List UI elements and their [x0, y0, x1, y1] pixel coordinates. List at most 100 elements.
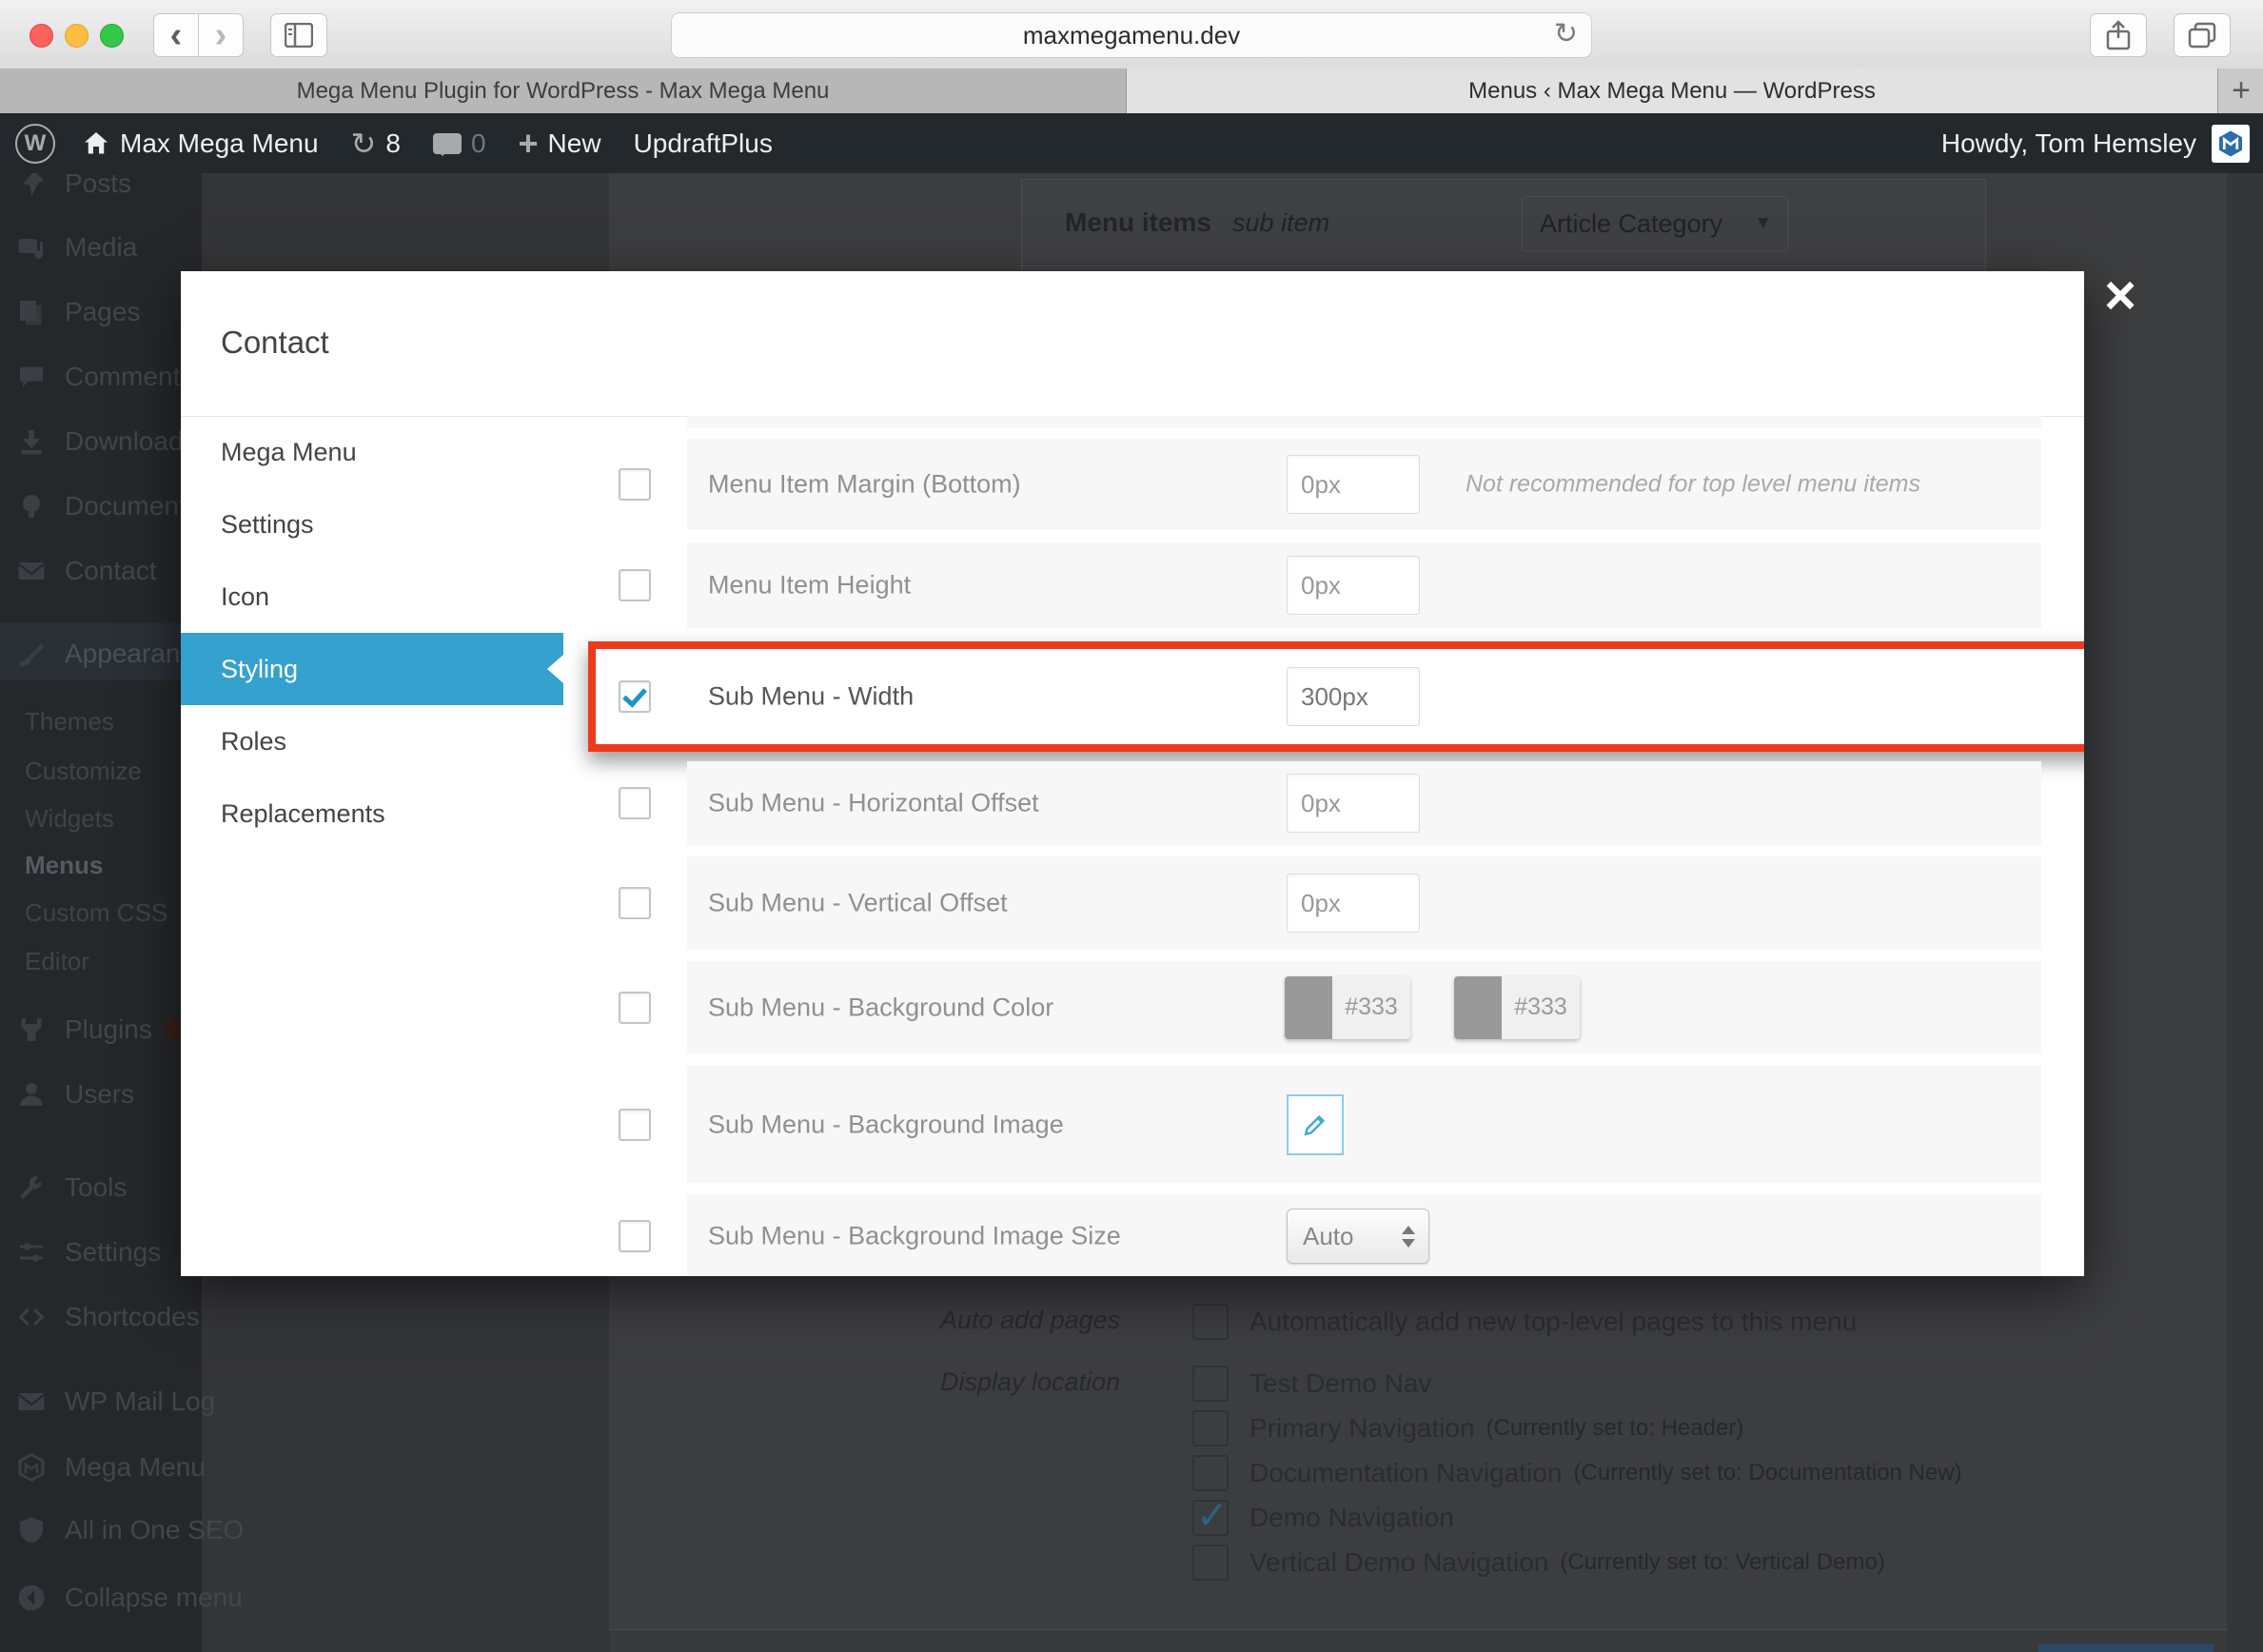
option-suffix: (Currently set to: Header) [1486, 1415, 1744, 1442]
vertical-offset-input[interactable]: 0px [1287, 874, 1420, 933]
sidebar-item-documents[interactable]: Documents [0, 480, 200, 533]
sidebar-toggle-button[interactable] [270, 13, 327, 57]
sidebar-item-comments[interactable]: Comments [0, 350, 193, 403]
new-tab-button[interactable]: + [2217, 69, 2263, 113]
background-image-checkbox[interactable] [619, 1109, 651, 1141]
sidebar-item-menus[interactable]: Menus [25, 846, 103, 884]
option-suffix: (Currently set to: Vertical Demo) [1560, 1549, 1884, 1576]
background-color-picker-1[interactable]: #333 [1285, 976, 1410, 1039]
sidebar-item-contact[interactable]: Contact [0, 544, 157, 598]
auto-add-pages-checkbox[interactable] [1192, 1304, 1229, 1340]
sidebar-label: Custom CSS [25, 898, 167, 928]
sidebar-item-downloads[interactable]: Downloads [0, 415, 197, 468]
tab-menus-wordpress[interactable]: Menus ‹ Max Mega Menu — WordPress [1127, 69, 2217, 113]
tab-replacements[interactable]: Replacements [181, 777, 563, 850]
new-label: New [548, 128, 601, 159]
demo-navigation-checkbox[interactable] [1192, 1500, 1229, 1536]
horizontal-offset-input[interactable]: 0px [1287, 774, 1420, 833]
admin-bar-account[interactable]: Howdy, Tom Hemsley [1941, 125, 2250, 163]
pin-icon [17, 173, 46, 198]
sidebar-item-mega-menu[interactable]: Mega Menu [0, 1441, 206, 1494]
reload-icon[interactable]: ↻ [1554, 17, 1578, 50]
tab-mega-menu[interactable]: Mega Menu [181, 416, 563, 488]
avatar [2212, 125, 2250, 163]
modal-title: Contact [221, 324, 329, 361]
pages-icon [17, 298, 46, 326]
background-color-checkbox[interactable] [619, 992, 651, 1024]
cube-icon [17, 1453, 46, 1482]
setting-row-background-image-size: Sub Menu - Background Image Size Auto [687, 1194, 2041, 1276]
background-image-edit-button[interactable] [1287, 1094, 1344, 1155]
sidebar-label: Users [65, 1079, 134, 1110]
forward-button[interactable]: › [198, 13, 244, 57]
horizontal-offset-checkbox[interactable] [619, 787, 651, 819]
sidebar-item-widgets[interactable]: Widgets [25, 799, 114, 837]
sidebar-item-posts[interactable]: Posts [0, 173, 131, 210]
save-menu-button[interactable] [2038, 1644, 2214, 1652]
admin-bar-site-name[interactable]: Max Mega Menu [82, 128, 319, 159]
sidebar-item-themes[interactable]: Themes [25, 702, 114, 740]
admin-bar-updraftplus[interactable]: UpdraftPlus [634, 128, 773, 159]
sidebar-item-settings[interactable]: Settings [0, 1226, 161, 1279]
sidebar-item-customize[interactable]: Customize [25, 752, 142, 790]
test-demo-nav-checkbox[interactable] [1192, 1366, 1229, 1402]
sidebar-item-collapse-menu[interactable]: Collapse menu [0, 1571, 243, 1624]
sidebar-item-custom-css[interactable]: Custom CSS [25, 894, 167, 932]
minimize-window-button[interactable] [65, 24, 89, 48]
primary-navigation-checkbox[interactable] [1192, 1410, 1229, 1446]
sidebar-label: Editor [25, 947, 89, 976]
plus-icon: + [2232, 72, 2251, 109]
wordpress-logo-icon[interactable]: W [15, 124, 55, 164]
close-window-button[interactable] [30, 24, 53, 48]
sidebar-label: Posts [65, 173, 131, 199]
tab-roles[interactable]: Roles [181, 705, 563, 777]
tab-settings[interactable]: Settings [181, 488, 563, 560]
admin-bar-updates[interactable]: ↻ 8 [351, 126, 401, 162]
sidebar-label: Collapse menu [65, 1583, 243, 1613]
sidebar-item-plugins[interactable]: Plugins [0, 1003, 187, 1056]
share-button[interactable] [2090, 13, 2147, 57]
color-value: #333 [1502, 993, 1580, 1021]
admin-bar-comments[interactable]: 0 [433, 128, 486, 159]
modal-nav: Mega Menu Settings Icon Styling Roles Re… [181, 416, 563, 850]
tab-overview-button[interactable] [2174, 13, 2231, 57]
documentation-navigation-checkbox[interactable] [1192, 1455, 1229, 1491]
sidebar-item-pages[interactable]: Pages [0, 285, 140, 339]
background-color-picker-2[interactable]: #333 [1454, 976, 1580, 1039]
tab-overview-icon [2188, 22, 2216, 49]
menu-item-margin-checkbox[interactable] [619, 468, 651, 501]
display-location-option: Vertical Demo Navigation (Currently set … [1192, 1541, 1885, 1584]
brush-icon [17, 639, 46, 668]
zoom-window-button[interactable] [100, 24, 124, 48]
auto-add-pages-row: Automatically add new top-level pages to… [1192, 1300, 1857, 1344]
background-image-size-checkbox[interactable] [619, 1220, 651, 1252]
modal-close-button[interactable]: × [2092, 269, 2149, 326]
back-button[interactable]: ‹ [153, 13, 199, 57]
sidebar-item-media[interactable]: Media [0, 221, 137, 274]
sidebar-label: Media [65, 232, 137, 263]
vertical-offset-checkbox[interactable] [619, 887, 651, 919]
tab-mega-menu-plugin[interactable]: Mega Menu Plugin for WordPress - Max Meg… [0, 69, 1127, 113]
background-image-size-select[interactable]: Auto [1287, 1209, 1429, 1264]
admin-bar-new[interactable]: + New [519, 124, 601, 164]
sidebar-item-shortcodes[interactable]: Shortcodes [0, 1290, 200, 1344]
address-bar[interactable]: maxmegamenu.dev ↻ [671, 12, 1592, 58]
article-category-dropdown[interactable]: Article Category ▼ [1522, 196, 1788, 251]
sidebar-item-tools[interactable]: Tools [0, 1161, 127, 1214]
sidebar-item-users[interactable]: Users [0, 1068, 134, 1121]
tab-styling[interactable]: Styling [181, 633, 563, 705]
site-name-label: Max Mega Menu [120, 128, 319, 159]
sidebar-item-editor[interactable]: Editor [25, 942, 89, 980]
sidebar-item-appearance[interactable]: Appearance [0, 625, 208, 682]
sidebar-item-wp-mail-log[interactable]: WP Mail Log [0, 1375, 215, 1428]
menu-item-height-input[interactable]: 0px [1287, 556, 1420, 615]
menu-item-height-checkbox[interactable] [619, 569, 651, 601]
menu-item-margin-input[interactable]: 0px [1287, 455, 1420, 514]
sidebar-label: Tools [65, 1172, 127, 1203]
sidebar-label: Documents [65, 491, 200, 521]
tab-icon[interactable]: Icon [181, 560, 563, 633]
sidebar-label: Downloads [65, 426, 197, 457]
option-text: Demo Navigation [1250, 1503, 1454, 1533]
sidebar-item-all-in-one-seo[interactable]: All in One SEO [0, 1504, 244, 1557]
vertical-demo-navigation-checkbox[interactable] [1192, 1544, 1229, 1581]
